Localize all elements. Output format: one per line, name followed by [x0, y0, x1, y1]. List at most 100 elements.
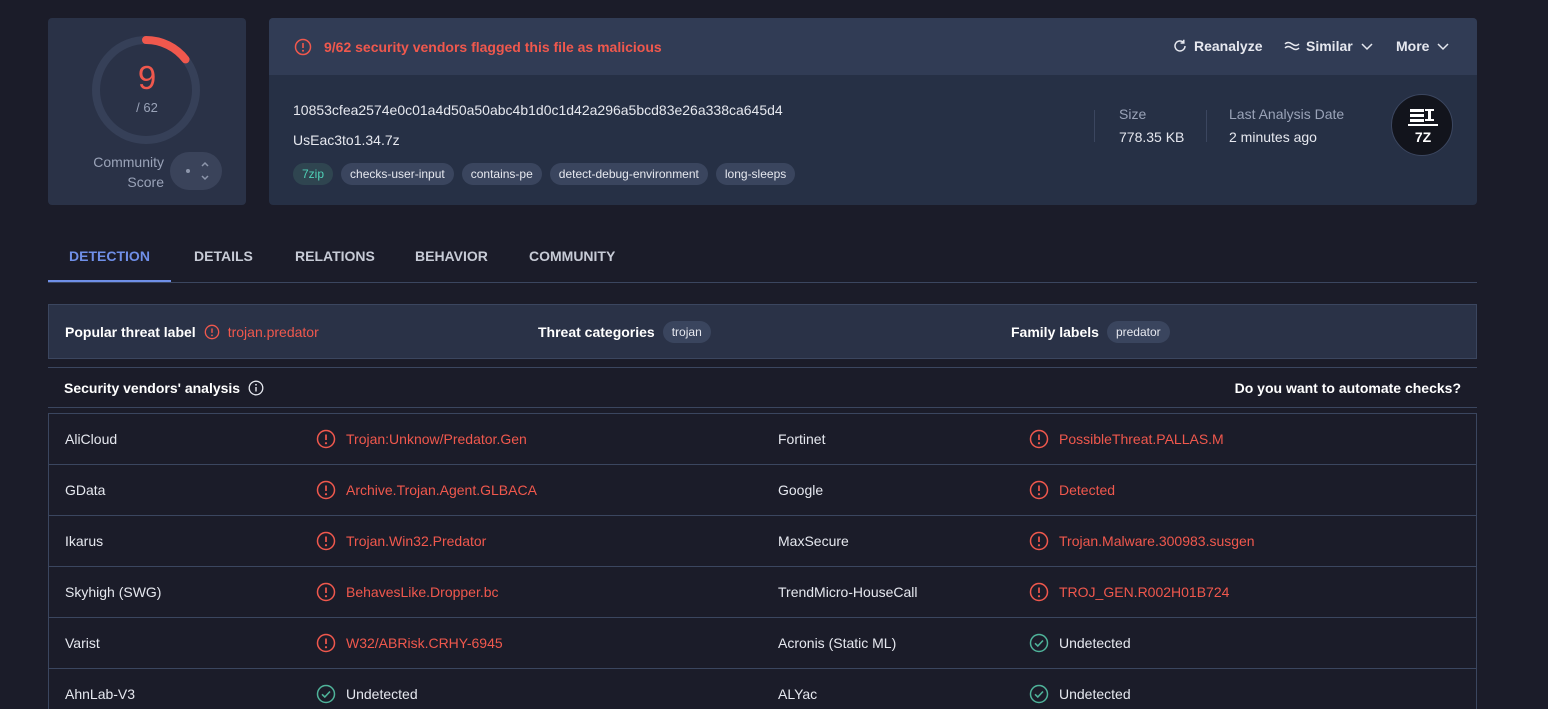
alert-circle-icon	[316, 429, 336, 449]
vendor-result-label[interactable]: Archive.Trojan.Agent.GLBACA	[346, 482, 537, 498]
vendor-result: Trojan.Malware.300983.susgen	[1029, 516, 1255, 566]
size-label: Size	[1119, 106, 1147, 122]
refresh-icon	[1174, 39, 1186, 52]
vendor-row: AliCloud Trojan:Unknow/Predator.Gen Fortin…	[49, 414, 1476, 465]
alert-circle-icon	[294, 38, 312, 56]
community-score-control[interactable]	[170, 152, 222, 190]
vendor-result-label: Undetected	[1059, 686, 1131, 702]
vendor-name: Acronis (Static ML)	[778, 635, 897, 651]
popular-threat-label: Popular threat label	[65, 323, 196, 340]
automate-checks-link[interactable]: Do you want to automate checks?	[1235, 380, 1461, 396]
detection-total: / 62	[136, 100, 158, 115]
vendor-name: Skyhigh (SWG)	[65, 584, 162, 600]
vendor-row: Ikarus Trojan.Win32.Predator MaxSecure Troj…	[49, 516, 1476, 567]
last-analysis-label: Last Analysis Date	[1229, 106, 1345, 122]
vendor-result: PossibleThreat.PALLAS.M	[1029, 414, 1224, 464]
vendor-result: Archive.Trojan.Agent.GLBACA	[316, 465, 537, 515]
vendor-name: GData	[65, 482, 106, 498]
size-value: 778.35 KB	[1119, 129, 1185, 145]
tab-relations[interactable]: RELATIONS	[295, 233, 375, 282]
file-name: UsEac3to1.34.7z	[293, 132, 400, 148]
threat-category-pill[interactable]: trojan	[662, 320, 711, 343]
similar-button[interactable]: Similar	[1284, 38, 1375, 54]
malicious-alert-bar: 9/62 security vendors flagged this file …	[269, 18, 1477, 75]
tab-behavior[interactable]: BEHAVIOR	[415, 233, 488, 282]
file-tag[interactable]: contains-pe	[461, 163, 542, 185]
detection-count: 9	[137, 59, 157, 96]
file-tag[interactable]: checks-user-input	[341, 163, 454, 185]
threat-summary-bar: Popular threat label trojan.predator Thr…	[48, 304, 1477, 359]
community-score-dot	[186, 169, 190, 173]
community-score-label: Community Score	[93, 154, 164, 190]
family-label-pill[interactable]: predator	[1106, 320, 1170, 343]
vendor-name: MaxSecure	[778, 533, 849, 549]
file-hash[interactable]: 10853cfea2574e0c01a4d50a50abc4b1d0c1d42a…	[293, 102, 783, 118]
alert-circle-icon	[316, 582, 336, 602]
vendor-result-label[interactable]: Trojan:Unknow/Predator.Gen	[346, 431, 527, 447]
tab-details[interactable]: DETAILS	[194, 233, 253, 282]
vendor-result: Detected	[1029, 465, 1115, 515]
family-labels-label: Family labels	[1011, 323, 1099, 340]
file-type-icon: 7Z	[1391, 94, 1453, 156]
vendor-result: Undetected	[1029, 669, 1131, 709]
vendor-name: TrendMicro-HouseCall	[778, 584, 918, 600]
vendor-name: AhnLab-V3	[65, 686, 136, 702]
threat-categories-label: Threat categories	[538, 323, 655, 340]
more-button[interactable]: More	[1396, 38, 1451, 54]
threat-categories: Threat categories trojan	[538, 305, 711, 358]
tab-community[interactable]: COMMUNITY	[529, 233, 615, 282]
vendor-result-label[interactable]: W32/ABRisk.CRHY-6945	[346, 635, 503, 651]
vendor-result-label[interactable]: Trojan.Malware.300983.susgen	[1059, 533, 1255, 549]
vendor-result: W32/ABRisk.CRHY-6945	[316, 618, 503, 668]
vendor-result-label[interactable]: TROJ_GEN.R002H01B724	[1059, 584, 1229, 600]
detection-score-card: 9 / 62 Community Score	[48, 18, 246, 205]
popular-threat: Popular threat label trojan.predator	[65, 305, 319, 358]
alert-circle-icon	[1029, 531, 1049, 551]
vendor-name: Ikarus	[65, 533, 104, 549]
vendor-result: Undetected	[1029, 618, 1131, 668]
vendor-result-label[interactable]: PossibleThreat.PALLAS.M	[1059, 431, 1224, 447]
more-label: More	[1396, 38, 1430, 54]
tab-detection[interactable]: DETECTION	[48, 233, 171, 282]
file-tag[interactable]: long-sleeps	[715, 163, 796, 185]
vendor-result-label: Undetected	[346, 686, 418, 702]
alert-circle-icon	[204, 324, 220, 339]
file-info-card: 9/62 security vendors flagged this file …	[269, 18, 1477, 205]
alert-circle-icon	[316, 633, 336, 653]
meta-divider	[1094, 110, 1095, 142]
check-circle-icon	[1029, 633, 1049, 653]
file-tag[interactable]: detect-debug-environment	[549, 163, 708, 185]
last-analysis-value: 2 minutes ago	[1229, 129, 1317, 145]
vendor-result: Trojan.Win32.Predator	[316, 516, 486, 566]
info-icon[interactable]	[248, 380, 264, 396]
chevron-down-icon	[1361, 43, 1373, 51]
alert-text: 9/62 security vendors flagged this file …	[324, 39, 662, 55]
vendor-name: Google	[778, 482, 824, 498]
vote-down-icon[interactable]	[200, 173, 210, 183]
vendors-analysis-header: Security vendors' analysis Do you want t…	[48, 367, 1477, 408]
vendor-result: TROJ_GEN.R002H01B724	[1029, 567, 1229, 617]
meta-divider	[1206, 110, 1207, 142]
alert-circle-icon	[316, 531, 336, 551]
file-tags: 7zip checks-user-input contains-pe detec…	[293, 163, 796, 185]
alert-circle-icon	[1029, 582, 1049, 602]
alert-circle-icon	[1029, 429, 1049, 449]
vendor-result-label: Undetected	[1059, 635, 1131, 651]
vendor-result-label[interactable]: BehavesLike.Dropper.bc	[346, 584, 499, 600]
check-circle-icon	[316, 684, 336, 704]
tab-bar: DETECTION DETAILS RELATIONS BEHAVIOR COM…	[48, 233, 1477, 283]
vendor-row: AhnLab-V3 Undetected ALYac Undetected	[49, 669, 1476, 709]
vendor-result: BehavesLike.Dropper.bc	[316, 567, 499, 617]
vendor-result-label[interactable]: Detected	[1059, 482, 1115, 498]
alert-circle-icon	[316, 480, 336, 500]
reanalyze-button[interactable]: Reanalyze	[1172, 38, 1262, 54]
popular-threat-value[interactable]: trojan.predator	[228, 324, 319, 340]
vendor-name: ALYac	[778, 686, 818, 702]
vendor-name: Varist	[65, 635, 100, 651]
file-tag[interactable]: 7zip	[293, 163, 334, 185]
vote-up-icon[interactable]	[200, 159, 210, 169]
vendor-result-label[interactable]: Trojan.Win32.Predator	[346, 533, 486, 549]
file-type-text: 7Z	[1415, 129, 1432, 145]
vendor-row: Varist W32/ABRisk.CRHY-6945 Acronis (Stati…	[49, 618, 1476, 669]
vendor-row: Skyhigh (SWG) BehavesLike.Dropper.bc Trend…	[49, 567, 1476, 618]
